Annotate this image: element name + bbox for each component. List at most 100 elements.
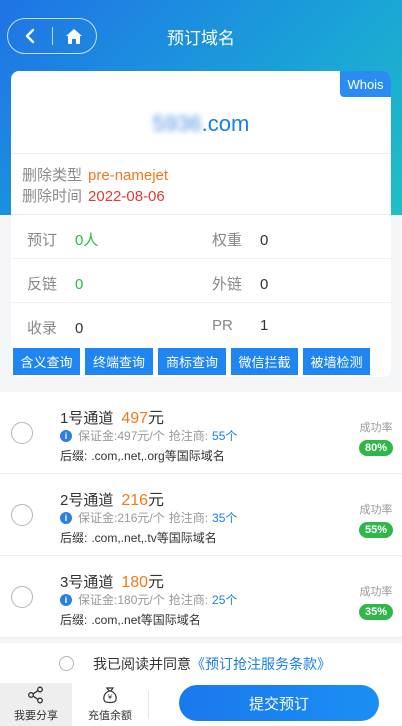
bottom-bar: 我要分享 ¥ 充值余额 提交预订 (0, 683, 402, 726)
deposit-label: 保证金: (78, 511, 118, 525)
channel-suffix: 后缀: .com,.net等国际域名 (60, 611, 201, 628)
channel-name: 3号通道 (60, 574, 114, 591)
meaning-query-button[interactable]: 含义查询 (13, 348, 80, 375)
stat-value: 0人 (75, 232, 99, 249)
channel-radio[interactable] (11, 422, 33, 444)
deposit-label: 保证金: (78, 429, 118, 443)
channel-price: 216元 (121, 492, 164, 509)
page-title: 预订域名 (167, 29, 235, 48)
delete-time-row: 删除时间 2022-08-06 (22, 185, 165, 206)
rivals-label: 抢注商: (168, 429, 209, 443)
submit-reservation-button[interactable]: 提交预订 (179, 685, 379, 721)
channel-radio[interactable] (11, 586, 33, 608)
delete-time-value: 2022-08-06 (88, 188, 165, 205)
stat-indexed: 收录 0 (27, 317, 83, 338)
recharge-tab[interactable]: ¥ 充值余额 (74, 683, 146, 726)
channel-name: 1号通道 (60, 410, 114, 427)
rate-label: 成功率 (359, 504, 393, 516)
terms-link[interactable]: 《预订抢注服务条款》 (191, 656, 331, 672)
price-amount: 180 (121, 574, 149, 591)
rivals-value: 55个 (212, 429, 238, 443)
rivals-label: 抢注商: (168, 593, 209, 607)
domain-name: 5936.com (11, 111, 391, 137)
channel-suffix: 后缀: .com,.net,.org等国际域名 (60, 447, 225, 464)
channel-info: i 保证金: 216元/个 抢注商: 35个 (60, 509, 237, 526)
domain-blurred-part: 5936 (152, 111, 202, 136)
channel-list: 1号通道 497元 i 保证金: 497元/个 抢注商: 55个 后缀: .com,.net… (0, 392, 402, 638)
channel-suffix: 后缀: .com,.net,.tv等国际域名 (60, 529, 217, 546)
suffix-value: .com,.net等国际域名 (91, 613, 201, 627)
wechat-block-button[interactable]: 微信拦截 (231, 348, 298, 375)
stat-weight: 权重 0 (212, 229, 268, 250)
price-unit: 元 (148, 492, 165, 509)
stat-label: 反链 (27, 276, 58, 293)
rivals-label: 抢注商: (168, 511, 209, 525)
stat-value: 0 (260, 232, 269, 249)
share-tab[interactable]: 我要分享 (0, 683, 72, 726)
delete-time-label: 删除时间 (22, 188, 83, 205)
channel-title: 3号通道 180元 (60, 568, 164, 592)
price-amount: 497 (121, 410, 149, 427)
stat-label: 预订 (27, 232, 58, 249)
deposit-value: 180元/个 (117, 593, 165, 607)
divider (11, 214, 391, 215)
recharge-label: 充值余额 (88, 710, 132, 722)
domain-suffix: .com (201, 111, 250, 136)
delete-type-value: pre-namejet (88, 167, 169, 184)
price-unit: 元 (148, 574, 165, 591)
info-icon: i (60, 511, 72, 524)
channel-title: 2号通道 216元 (60, 486, 164, 510)
channel-item[interactable]: 1号通道 497元 i 保证金: 497元/个 抢注商: 55个 后缀: .com,.net… (0, 392, 402, 474)
stat-value: 0 (260, 276, 269, 293)
share-icon (28, 686, 43, 704)
rivals-value: 25个 (212, 593, 238, 607)
channel-title: 1号通道 497元 (60, 404, 164, 428)
stat-reserve: 预订 0人 (27, 229, 98, 250)
suffix-label: 后缀: (60, 613, 88, 627)
rate-label: 成功率 (359, 586, 393, 598)
info-icon: i (60, 429, 72, 442)
trademark-query-button[interactable]: 商标查询 (158, 348, 226, 375)
stat-value: 1 (260, 317, 269, 334)
channel-info: i 保证金: 180元/个 抢注商: 25个 (60, 591, 237, 608)
channel-info: i 保证金: 497元/个 抢注商: 55个 (60, 427, 237, 444)
stat-label: 外链 (212, 276, 243, 293)
channel-name: 2号通道 (60, 492, 114, 509)
channel-radio[interactable] (11, 504, 33, 526)
channel-price: 497元 (121, 410, 164, 427)
stat-label: PR (212, 317, 233, 334)
deposit-label: 保证金: (78, 593, 118, 607)
delete-type-label: 删除类型 (22, 167, 83, 184)
rate-label: 成功率 (359, 422, 393, 434)
rate-badge: 55% (359, 522, 393, 538)
stat-value: 0 (75, 320, 84, 337)
money-bag-icon: ¥ (103, 687, 117, 704)
suffix-label: 后缀: (60, 449, 88, 463)
agreement-row: 我已阅读并同意《预订抢注服务条款》 (0, 643, 402, 683)
channel-item[interactable]: 2号通道 216元 i 保证金: 216元/个 抢注商: 35个 后缀: .com,.net… (0, 474, 402, 556)
info-icon: i (60, 593, 72, 606)
stat-backlink: 反链 0 (27, 273, 83, 294)
suffix-label: 后缀: (60, 531, 88, 545)
rate-badge: 35% (359, 604, 393, 620)
agreement-text: 我已阅读并同意《预订抢注服务条款》 (93, 654, 331, 674)
channel-item[interactable]: 3号通道 180元 i 保证金: 180元/个 抢注商: 25个 后缀: .com,.net… (0, 556, 402, 638)
stat-label: 收录 (27, 320, 58, 337)
terminal-query-button[interactable]: 终端查询 (85, 348, 153, 375)
price-amount: 216 (121, 492, 149, 509)
divider (11, 302, 391, 303)
suffix-value: .com,.net,.tv等国际域名 (91, 531, 217, 545)
stat-outlink: 外链 0 (212, 273, 268, 294)
suffix-value: .com,.net,.org等国际域名 (91, 449, 225, 463)
channel-price: 180元 (121, 574, 164, 591)
query-button-bar: 含义查询 终端查询 商标查询 微信拦截 被墙检测 (13, 348, 370, 375)
gfw-check-button[interactable]: 被墙检测 (303, 348, 370, 375)
delete-type-row: 删除类型 pre-namejet (22, 164, 168, 185)
agreement-checkbox[interactable] (59, 656, 74, 671)
stat-label: 权重 (212, 232, 243, 249)
whois-button[interactable]: Whois (340, 71, 391, 97)
divider (11, 153, 391, 154)
domain-card: Whois 5936.com 删除类型 pre-namejet 删除时间 2022-… (11, 71, 391, 377)
rivals-value: 35个 (212, 511, 238, 525)
divider (148, 691, 149, 719)
